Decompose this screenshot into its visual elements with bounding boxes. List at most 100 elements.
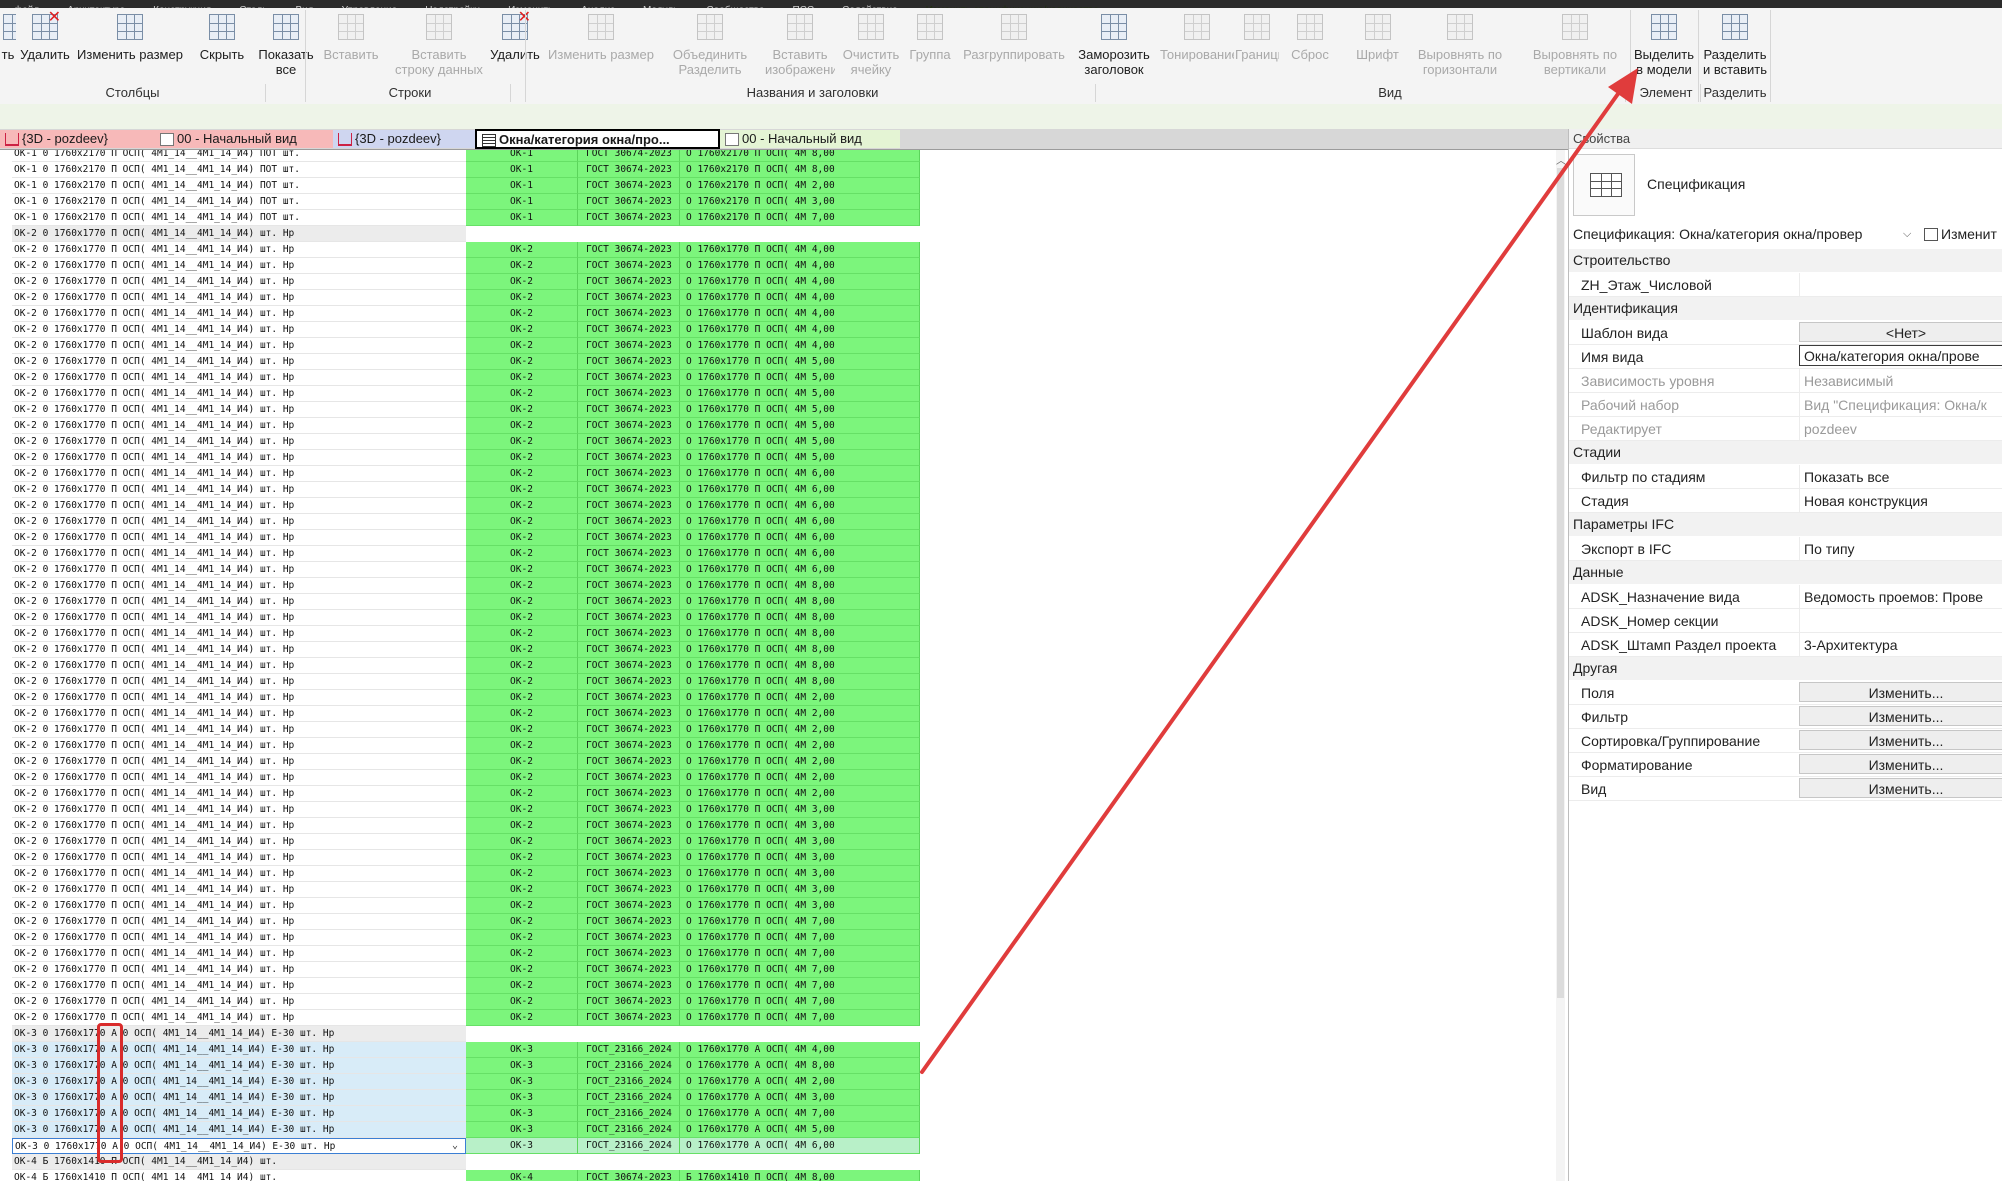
type-mark-cell[interactable]: ОК-2 0 1760x1770 П ОСП( 4М1_14__4М1_14_И… (12, 626, 466, 642)
standard-cell[interactable]: ГОСТ 30674-2023 (578, 978, 680, 994)
standard-cell[interactable] (578, 1154, 680, 1170)
schedule-row[interactable]: ОК-2 0 1760x1770 П ОСП( 4М1_14__4М1_14_И… (12, 610, 920, 626)
schedule-row[interactable]: ОК-2 0 1760x1770 П ОСП( 4М1_14__4М1_14_И… (12, 626, 920, 642)
schedule-row[interactable]: ОК-2 0 1760x1770 П ОСП( 4М1_14__4М1_14_И… (12, 482, 920, 498)
mark-cell[interactable]: ОК-2 (466, 258, 578, 274)
standard-cell[interactable]: ГОСТ 30674-2023 (578, 882, 680, 898)
designation-cell[interactable]: О 1760x1770 П ОСП( 4М 2,00 (680, 786, 920, 802)
freeze-header-button[interactable]: Заморозить заголовок (1075, 8, 1153, 84)
schedule-row[interactable]: ОК-1 0 1760x2170 П ОСП( 4М1_14__4М1_14_И… (12, 150, 920, 162)
property-edit-button[interactable]: Изменить... (1799, 682, 2002, 702)
standard-cell[interactable] (578, 1026, 680, 1042)
mark-cell[interactable]: ОК-1 (466, 150, 578, 162)
align-vertical-button[interactable]: Выровнять по вертикали (1520, 8, 1630, 84)
standard-cell[interactable]: ГОСТ 30674-2023 (578, 210, 680, 226)
schedule-row[interactable]: ОК-2 0 1760x1770 П ОСП( 4М1_14__4М1_14_И… (12, 530, 920, 546)
designation-cell[interactable]: О 1760x1770 П ОСП( 4М 8,00 (680, 594, 920, 610)
mark-cell[interactable]: ОК-2 (466, 290, 578, 306)
mark-cell[interactable]: ОК-2 (466, 978, 578, 994)
mark-cell[interactable]: ОК-3 (466, 1090, 578, 1106)
type-mark-cell[interactable]: ОК-3 0 1760x1770 А 0 ОСП( 4М1_14__4М1_14… (12, 1122, 466, 1138)
type-mark-cell[interactable]: ОК-2 0 1760x1770 П ОСП( 4М1_14__4М1_14_И… (12, 242, 466, 258)
standard-cell[interactable]: ГОСТ 30674-2023 (578, 754, 680, 770)
standard-cell[interactable]: ГОСТ 30674-2023 (578, 290, 680, 306)
standard-cell[interactable]: ГОСТ 30674-2023 (578, 274, 680, 290)
designation-cell[interactable]: О 1760x1770 П ОСП( 4М 8,00 (680, 626, 920, 642)
mark-cell[interactable]: ОК-2 (466, 786, 578, 802)
type-mark-cell[interactable]: ОК-2 0 1760x1770 П ОСП( 4М1_14__4М1_14_И… (12, 530, 466, 546)
type-mark-cell[interactable]: ОК-2 0 1760x1770 П ОСП( 4М1_14__4М1_14_И… (12, 690, 466, 706)
mark-cell[interactable]: ОК-2 (466, 770, 578, 786)
standard-cell[interactable]: ГОСТ 30674-2023 (578, 706, 680, 722)
designation-cell[interactable]: О 1760x1770 П ОСП( 4М 7,00 (680, 930, 920, 946)
highlight-in-model-button[interactable]: Выделить в модели (1632, 8, 1696, 84)
designation-cell[interactable]: О 1760x1770 П ОСП( 4М 4,00 (680, 274, 920, 290)
designation-cell[interactable]: О 1760x1770 П ОСП( 4М 2,00 (680, 706, 920, 722)
type-mark-cell[interactable]: ОК-2 0 1760x1770 П ОСП( 4М1_14__4М1_14_И… (12, 994, 466, 1010)
standard-cell[interactable]: ГОСТ 30674-2023 (578, 306, 680, 322)
view-tab[interactable]: 00 - Начальный вид (720, 130, 900, 148)
mark-cell[interactable]: ОК-2 (466, 642, 578, 658)
scroll-thumb[interactable] (1557, 168, 1564, 998)
schedule-row[interactable]: ОК-2 0 1760x1770 П ОСП( 4М1_14__4М1_14_И… (12, 562, 920, 578)
designation-cell[interactable]: О 1760x1770 П ОСП( 4М 8,00 (680, 610, 920, 626)
mark-cell[interactable]: ОК-2 (466, 562, 578, 578)
standard-cell[interactable]: ГОСТ 30674-2023 (578, 150, 680, 162)
insert-data-row-button[interactable]: Вставить строку данных (395, 8, 483, 84)
schedule-row[interactable]: ОК-3 0 1760x1770 А 0 ОСП( 4М1_14__4М1_14… (12, 1106, 920, 1122)
designation-cell[interactable]: О 1760x1770 П ОСП( 4М 5,00 (680, 354, 920, 370)
property-section-header[interactable]: Идентификация (1569, 297, 2002, 320)
type-mark-cell[interactable]: ОК-2 0 1760x1770 П ОСП( 4М1_14__4М1_14_И… (12, 962, 466, 978)
type-mark-cell[interactable]: ОК-3 0 1760x1770 А 0 ОСП( 4М1_14__4М1_14… (12, 1090, 466, 1106)
mark-cell[interactable]: ОК-2 (466, 866, 578, 882)
schedule-row[interactable]: ОК-2 0 1760x1770 П ОСП( 4М1_14__4М1_14_И… (12, 690, 920, 706)
type-mark-cell[interactable]: ОК-3 0 1760x1770 А 0 ОСП( 4М1_14__4М1_14… (12, 1058, 466, 1074)
mark-cell[interactable]: ОК-1 (466, 162, 578, 178)
schedule-row[interactable]: ОК-3 0 1760x1770 А 0 ОСП( 4М1_14__4М1_14… (12, 1058, 920, 1074)
mark-cell[interactable]: ОК-2 (466, 802, 578, 818)
ungroup-button[interactable]: Разгруппировать (960, 8, 1068, 84)
designation-cell[interactable]: О 1760x1770 П ОСП( 4М 6,00 (680, 482, 920, 498)
mark-cell[interactable]: ОК-2 (466, 850, 578, 866)
type-mark-cell[interactable]: ОК-2 0 1760x1770 П ОСП( 4М1_14__4М1_14_И… (12, 770, 466, 786)
chevron-down-icon[interactable]: ⌵ (1903, 223, 1911, 245)
schedule-row[interactable]: ОК-3 0 1760x1770 А 0 ОСП( 4М1_14__4М1_14… (12, 1074, 920, 1090)
designation-cell[interactable]: О 1760x1770 П ОСП( 4М 8,00 (680, 674, 920, 690)
type-mark-cell[interactable]: ОК-2 0 1760x1770 П ОСП( 4М1_14__4М1_14_И… (12, 306, 466, 322)
mark-cell[interactable]: ОК-3 (466, 1042, 578, 1058)
type-mark-cell[interactable]: ОК-3 0 1760x1770 А 0 ОСП( 4М1_14__4М1_14… (12, 1074, 466, 1090)
mark-cell[interactable]: ОК-1 (466, 210, 578, 226)
type-mark-cell[interactable]: ОК-2 0 1760x1770 П ОСП( 4М1_14__4М1_14_И… (12, 946, 466, 962)
schedule-row[interactable]: ОК-2 0 1760x1770 П ОСП( 4М1_14__4М1_14_И… (12, 754, 920, 770)
designation-cell[interactable]: О 1760x1770 П ОСП( 4М 6,00 (680, 562, 920, 578)
property-row[interactable]: Фильтр Изменить... (1569, 705, 2002, 729)
mark-cell[interactable] (466, 1154, 578, 1170)
schedule-row[interactable]: ОК-2 0 1760x1770 П ОСП( 4М1_14__4М1_14_И… (12, 258, 920, 274)
designation-cell[interactable]: О 1760x1770 П ОСП( 4М 8,00 (680, 658, 920, 674)
standard-cell[interactable]: ГОСТ_23166_2024 (578, 1058, 680, 1074)
mark-cell[interactable]: ОК-2 (466, 354, 578, 370)
designation-cell[interactable]: О 1760x1770 П ОСП( 4М 3,00 (680, 898, 920, 914)
schedule-row[interactable]: ОК-2 0 1760x1770 П ОСП( 4М1_14__4М1_14_И… (12, 674, 920, 690)
property-input[interactable]: Окна/категория окна/прове (1799, 345, 2002, 366)
standard-cell[interactable]: ГОСТ 30674-2023 (578, 626, 680, 642)
mark-cell[interactable]: ОК-2 (466, 930, 578, 946)
type-mark-cell[interactable]: ОК-2 0 1760x1770 П ОСП( 4М1_14__4М1_14_И… (12, 930, 466, 946)
type-mark-cell[interactable]: ОК-2 0 1760x1770 П ОСП( 4М1_14__4М1_14_И… (12, 594, 466, 610)
standard-cell[interactable]: ГОСТ 30674-2023 (578, 818, 680, 834)
designation-cell[interactable]: О 1760x1770 П ОСП( 4М 5,00 (680, 450, 920, 466)
view-tab[interactable]: {3D - pozdeev} (0, 130, 155, 148)
mark-cell[interactable]: ОК-2 (466, 370, 578, 386)
schedule-row[interactable]: ОК-2 0 1760x1770 П ОСП( 4М1_14__4М1_14_И… (12, 818, 920, 834)
standard-cell[interactable]: ГОСТ 30674-2023 (578, 898, 680, 914)
designation-cell[interactable]: О 1760x1770 П ОСП( 4М 7,00 (680, 946, 920, 962)
standard-cell[interactable]: ГОСТ 30674-2023 (578, 914, 680, 930)
type-mark-cell[interactable]: ОК-2 0 1760x1770 П ОСП( 4М1_14__4М1_14_И… (12, 722, 466, 738)
schedule-row[interactable]: ОК-3 0 1760x1770 А 0 ОСП( 4М1_14__4М1_14… (12, 1122, 920, 1138)
mark-cell[interactable]: ОК-2 (466, 994, 578, 1010)
property-value[interactable]: Ведомость проемов: Прове (1799, 585, 2002, 608)
designation-cell[interactable]: О 1760x1770 П ОСП( 4М 6,00 (680, 498, 920, 514)
schedule-row[interactable]: ОК-2 0 1760x1770 П ОСП( 4М1_14__4М1_14_И… (12, 322, 920, 338)
type-mark-cell[interactable]: ОК-2 0 1760x1770 П ОСП( 4М1_14__4М1_14_И… (12, 354, 466, 370)
standard-cell[interactable]: ГОСТ 30674-2023 (578, 594, 680, 610)
